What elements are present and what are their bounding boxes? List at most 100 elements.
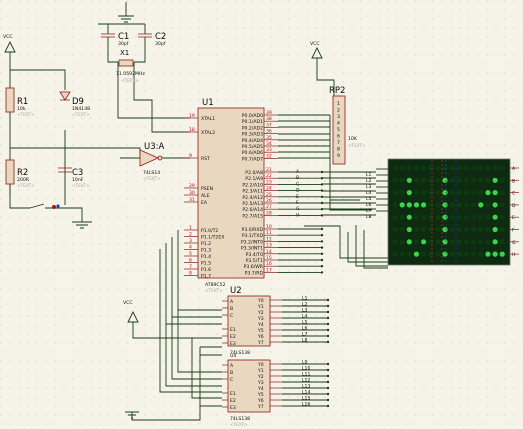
matrix-row-label: G: [512, 240, 516, 246]
led-dot: [392, 251, 398, 257]
led-dot: [435, 239, 441, 245]
u1-pin-name: P1.5: [201, 261, 211, 267]
u1-pin-name: P2.1/A9: [245, 176, 263, 182]
led-dot: [442, 177, 448, 183]
u1-pin-name: RST: [201, 156, 210, 162]
u1-ref: U1: [202, 98, 214, 108]
led-dot: [485, 177, 491, 183]
rp2-value: 10K: [348, 136, 358, 142]
led-dot: [421, 239, 427, 245]
u1-pin-num: 7: [189, 264, 192, 270]
led-dot: [456, 202, 462, 208]
p3-stub-junction: [320, 258, 324, 262]
led-dot: [485, 202, 491, 208]
led-dot: [406, 226, 412, 233]
r2-ref: R2: [17, 168, 28, 178]
p3-stub-junction: [320, 240, 324, 243]
u1-pin-name: P2.7/A15: [242, 213, 263, 219]
led-dot: [485, 165, 491, 171]
led-dot: [392, 165, 398, 171]
u2-pins-line-label: L7: [302, 332, 308, 338]
u4-pins-output-label: Y2: [257, 374, 264, 380]
led-dot: [485, 239, 491, 245]
led-dot: [456, 177, 462, 183]
led-dot: [456, 251, 462, 257]
u3-ref: U3:A: [144, 142, 164, 152]
r2-text-tag: <TEXT>: [17, 183, 35, 188]
led-dot: [392, 202, 398, 208]
u1-pin-name: P3.3/INT1: [241, 246, 263, 252]
u1-pin-name: ALE: [201, 193, 210, 199]
led-dot: [456, 226, 462, 233]
led-dot: [463, 214, 470, 220]
u1-pin-name: P1.0/T2: [201, 228, 218, 234]
led-dot: [492, 202, 498, 208]
led-dot: [442, 165, 448, 171]
u4-pins-out-junction: [326, 404, 330, 408]
u4-pins-out-junction: [326, 362, 330, 366]
u1-pin-num: 30: [189, 190, 195, 196]
led-dot: [406, 190, 412, 196]
u2-pins-line-label: L4: [302, 314, 308, 320]
u1-pin-name: P2.0/A8: [245, 170, 263, 176]
u1-pin-name: P0.0/AD0: [242, 113, 263, 119]
u4-pins-out-junction: [326, 374, 330, 378]
led-dot: [413, 202, 420, 208]
led-dot: [485, 190, 491, 196]
u4-pins-output-label: Y1: [257, 368, 264, 374]
led-dot: [463, 239, 470, 245]
u1-pin-num: 3: [189, 238, 192, 244]
p3-stub-junction: [320, 246, 324, 249]
vcc-label-decoder: VCC: [123, 300, 133, 306]
led-dot: [449, 202, 455, 208]
led-dot: [478, 214, 484, 220]
vcc-label-rp2: VCC: [310, 41, 320, 47]
led-matrix[interactable]: ABCDEFGHL1L2L3L4L5L6L7L8: [366, 158, 519, 266]
u2-pins-output-label: Y6: [257, 334, 264, 340]
led-dot: [471, 202, 477, 208]
u1-pin-name: EA: [201, 200, 208, 206]
led-dot: [499, 226, 505, 233]
led-dot: [463, 165, 470, 171]
led-dot: [421, 251, 427, 257]
led-dot: [456, 190, 462, 196]
led-dot: [428, 177, 434, 183]
r1-resistor[interactable]: [5, 87, 15, 113]
schematic-canvas[interactable]: C1 30pf C2 30pf X1 11.0592MHz <TEXT> VCC…: [0, 0, 523, 429]
u2-pins-out-junction: [326, 322, 330, 326]
u2-pins-out-junction: [326, 316, 330, 320]
u1-pin-name: P1.7: [201, 274, 211, 280]
led-dot: [428, 165, 434, 171]
u1-pin-name: P1.3: [201, 248, 211, 254]
vcc-label-left: VCC: [3, 34, 13, 40]
r1-ref: R1: [17, 97, 28, 107]
u1-pin-name: P2.4/A12: [242, 195, 263, 201]
u2-pins-line-label: L5: [302, 320, 308, 326]
u4-pins-line-label: L16: [302, 402, 310, 408]
u1-pin-name: P3.5/T1: [246, 258, 263, 264]
led-dot: [478, 251, 484, 257]
led-dot: [413, 226, 420, 233]
led-dot: [399, 177, 405, 183]
r2-resistor[interactable]: [5, 159, 15, 185]
led-dot: [499, 190, 505, 196]
x1-ref: X1: [120, 49, 129, 57]
u1-pin-num: 35: [266, 135, 272, 141]
u1-pin-name: P1.6: [201, 267, 211, 273]
led-dot: [392, 214, 398, 220]
led-dot: [449, 239, 455, 245]
led-dot: [435, 251, 441, 257]
matrix-row-label: F: [512, 228, 515, 234]
led-dot: [456, 165, 462, 171]
u4-pins-output-label: Y5: [257, 392, 264, 398]
led-dot: [471, 190, 477, 196]
u4-pins-out-junction: [326, 380, 330, 384]
led-dot: [478, 177, 484, 183]
u4-pins-out-junction: [326, 368, 330, 372]
led-dot: [413, 177, 420, 183]
led-dot: [406, 239, 412, 245]
led-dot: [442, 226, 448, 233]
u4-pins-out-junction: [326, 386, 330, 390]
led-dot: [413, 251, 420, 257]
matrix-col-label: L7: [366, 208, 372, 214]
